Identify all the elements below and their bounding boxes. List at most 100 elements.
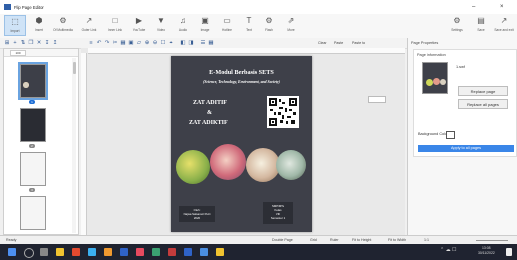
taskbar-app-icon[interactable] [136, 248, 144, 256]
redo-icon[interactable]: ↷ [104, 40, 110, 46]
task-view-icon[interactable] [40, 248, 48, 256]
tray-icons[interactable]: ⌃ ☁ ☐ [440, 247, 456, 253]
select-icon[interactable]: ▱ [136, 40, 142, 46]
cover-title: E-Modul Berbasis SETS [209, 69, 274, 76]
taskbar-app-icon[interactable] [152, 248, 160, 256]
app-logo-icon [4, 4, 11, 10]
background-color-picker[interactable] [446, 131, 455, 139]
insert-button[interactable]: ⬢ Insert [28, 15, 50, 36]
horizontal-ruler [88, 48, 405, 54]
double-page-toggle[interactable]: Double Page [272, 238, 293, 242]
snap-icon[interactable]: ▦ [208, 40, 214, 46]
align-icon[interactable]: ≡ [88, 40, 94, 46]
taskbar-app-icon[interactable] [200, 248, 208, 256]
crop-icon[interactable]: ⌖ [168, 40, 174, 46]
ungroup-icon[interactable]: ◨ [188, 40, 194, 46]
close-button[interactable]: × [500, 3, 504, 11]
taskbar-app-icon[interactable] [184, 248, 192, 256]
outer-link-button[interactable]: ↗ Outer Link [78, 15, 100, 36]
apply-all-pages-button[interactable]: Apply to all pages [418, 145, 514, 152]
cover-class-box: SMP/MTs Kelas VIII Semester 1 [263, 202, 293, 224]
minimize-button[interactable]: – [472, 3, 475, 11]
image-icon: ▣ [201, 16, 209, 25]
import-button[interactable]: ⬚ Import [4, 15, 26, 36]
audio-button[interactable]: ♫ Audio [172, 15, 194, 36]
paste-to-button[interactable]: Paste to [352, 41, 365, 45]
replace-page-button[interactable]: Replace page [458, 86, 508, 96]
lock-icon[interactable]: ☐ [160, 40, 166, 46]
clock-date[interactable]: 30/11/2022 [478, 251, 495, 255]
zoom-slider[interactable] [476, 240, 508, 241]
arrow-up-icon[interactable]: ↥ [52, 40, 58, 46]
zoom-in-icon[interactable]: ⊕ [144, 40, 150, 46]
inner-link-button[interactable]: □ Inner Link [104, 15, 126, 36]
zoom-out-icon[interactable]: ⊖ [152, 40, 158, 46]
distribute-icon[interactable]: ☰ [200, 40, 206, 46]
scrollbar-thumb[interactable] [72, 62, 76, 74]
more-button[interactable]: ⇗ More [280, 15, 302, 36]
taskbar-app-icon[interactable] [72, 248, 80, 256]
taskbar-app-icon[interactable] [168, 248, 176, 256]
notifications-icon[interactable] [506, 248, 512, 256]
cut-icon[interactable]: ✂ [112, 40, 118, 46]
taskbar-app-icon[interactable] [120, 248, 128, 256]
start-icon[interactable] [8, 248, 16, 256]
search-icon[interactable] [24, 248, 34, 258]
flash-icon: ⚙ [265, 16, 273, 25]
arrow-down-icon[interactable]: ↧ [44, 40, 50, 46]
page-thumbnail[interactable] [18, 62, 48, 100]
cover-topic-amp: & [207, 110, 212, 116]
text-button[interactable]: T Text [238, 15, 260, 36]
windows-taskbar: ⌃ ☁ ☐ 13:08 30/11/2022 [0, 244, 517, 260]
copy-icon[interactable]: ❐ [28, 40, 34, 46]
fit-height-button[interactable]: Fit to Height [352, 238, 371, 242]
page-canvas[interactable]: E-Modul Berbasis SETS (Science, Technolo… [171, 56, 312, 232]
settings-button[interactable]: ⚙ Settings [446, 15, 468, 36]
page-thumbnail[interactable] [20, 196, 46, 230]
move-icon[interactable]: ⇅ [20, 40, 26, 46]
delete-icon[interactable]: ✕ [36, 40, 42, 46]
ribbon-toolbar: ⬚ Import ⬢ Insert ⚙ Of Multimedia ↗ Oute… [0, 14, 517, 39]
thumbnail-header: 100 [4, 49, 78, 57]
taskbar-app-icon[interactable] [216, 248, 224, 256]
image-button[interactable]: ▣ Image [194, 15, 216, 36]
fit-width-button[interactable]: Fit to Width [388, 238, 406, 242]
taskbar-app-icon[interactable] [56, 248, 64, 256]
thumbnail-page-number: 2 [29, 144, 35, 148]
group-icon[interactable]: ◧ [180, 40, 186, 46]
multimedia-button[interactable]: ⚙ Of Multimedia [52, 15, 74, 36]
video-icon: ▼ [157, 16, 165, 25]
grid-icon[interactable]: ⊞ [4, 40, 10, 46]
window-title: Flip Page Editor [14, 4, 44, 10]
layer-icon[interactable]: ▣ [128, 40, 134, 46]
clear-button[interactable]: Clear [318, 41, 327, 45]
youtube-button[interactable]: ▶ YouTube [128, 15, 150, 36]
clock-time[interactable]: 13:08 [482, 246, 491, 250]
taskbar-app-icon[interactable] [88, 248, 96, 256]
add-icon[interactable]: + [12, 40, 18, 46]
settings-icon: ⚙ [453, 16, 461, 25]
video-button[interactable]: ▼ Video [150, 15, 172, 36]
thumbnail-scrollbar[interactable] [72, 58, 76, 233]
flash-button[interactable]: ⚙ Flash [258, 15, 280, 36]
taskbar-app-icon[interactable] [104, 248, 112, 256]
page-thumbnail[interactable] [20, 152, 46, 186]
undo-icon[interactable]: ↶ [96, 40, 102, 46]
page-information-header[interactable]: Page information [417, 53, 446, 57]
table-icon[interactable]: ▦ [120, 40, 126, 46]
thumbnail-page-number: 1 [29, 100, 35, 104]
zoom-level[interactable]: 1:1 [424, 238, 429, 242]
ruler-toggle[interactable]: Ruler [330, 238, 339, 242]
save-icon: ▤ [477, 16, 485, 25]
save-button[interactable]: ▤ Save [470, 15, 492, 36]
page-thumbnail[interactable] [20, 108, 46, 142]
paste-button[interactable]: Paste [334, 41, 343, 45]
grid-toggle[interactable]: Grid [310, 238, 317, 242]
youtube-icon: ▶ [135, 16, 143, 25]
replace-all-pages-button[interactable]: Replace all pages [458, 99, 508, 109]
hotline-button[interactable]: ▭ Hotline [216, 15, 238, 36]
thumbnail-zoom-select[interactable]: 100 [10, 50, 26, 56]
canvas-floating-button[interactable] [368, 96, 386, 103]
cover-topic-line2: ZAT ADIKTIF [189, 120, 228, 126]
save-and-exit-button[interactable]: ↗ Save and exit [493, 15, 515, 36]
